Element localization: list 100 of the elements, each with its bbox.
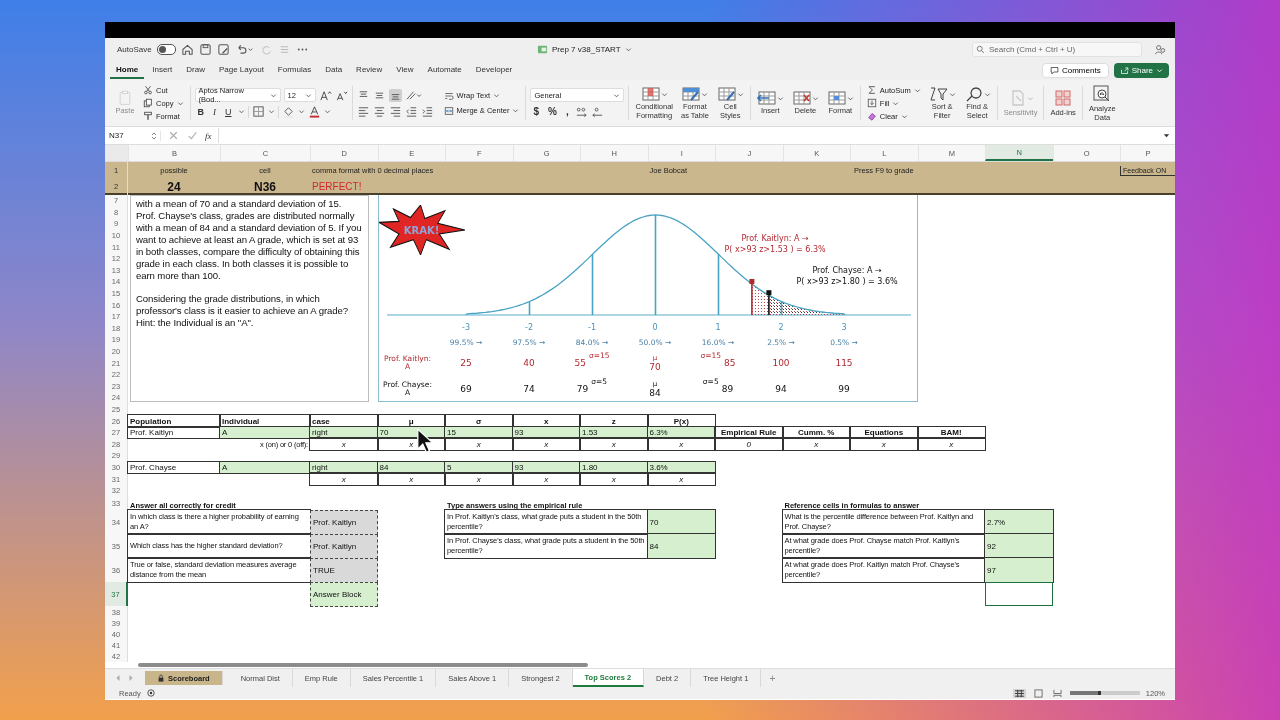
underline-button[interactable]: U [222,106,235,117]
ribbon-tab[interactable]: Developer [469,61,519,79]
people-icon[interactable] [1154,42,1167,56]
borders-icon[interactable] [251,105,265,118]
number-style-button[interactable]: , [562,106,572,117]
caret-icon[interactable] [624,45,632,53]
ribbon-tab[interactable]: View [390,61,420,79]
ribbon-tab[interactable]: Automate [421,61,468,79]
font-color-icon[interactable] [307,105,321,118]
ribbon-tab[interactable]: Draw [180,61,211,79]
toggle-cell[interactable]: x [377,438,445,451]
zoom-slider[interactable] [1069,691,1102,696]
toggle-cell[interactable]: x [917,438,985,451]
table-cell[interactable]: right [310,426,378,439]
increase-indent-icon[interactable] [420,104,434,118]
comment-icon [1049,65,1059,75]
accessibility-icon[interactable] [146,689,155,698]
table-cell[interactable]: 93 [512,426,580,439]
comments-button[interactable]: Comments [1041,62,1109,78]
align-right-icon[interactable] [388,104,402,118]
align-bottom-icon[interactable] [388,88,402,102]
function-button[interactable]: fx [205,130,212,141]
table-cell[interactable]: 1.53 [580,426,648,439]
answer-cell[interactable]: 84 [647,534,715,559]
cancel-icon[interactable] [167,129,180,142]
toggle-cell[interactable]: x [310,473,378,485]
table-cell[interactable]: Prof. Kaitlyn [128,426,220,439]
caret-icon[interactable] [297,108,305,115]
caret-icon[interactable] [323,108,331,115]
table-cell[interactable]: A [220,426,310,439]
number-style-button[interactable]: $ [530,106,543,117]
toggle-cell[interactable]: x [445,438,513,451]
file-name[interactable]: Prep 7 v38_START [552,44,621,54]
decrease-indent-icon[interactable] [404,104,418,118]
scrollbar-thumb[interactable] [138,663,588,668]
ribbon-tab[interactable]: Home [110,61,145,79]
ribbon-tab[interactable]: Formulas [271,61,318,79]
ribbon-tab[interactable]: Review [350,61,389,79]
toggle-cell[interactable]: x [580,473,648,485]
align-left-icon[interactable] [356,104,370,118]
selected-cell[interactable] [985,582,1053,607]
answer-cell[interactable]: 97 [985,558,1053,583]
table-header: σ [445,415,513,427]
answer-cell[interactable]: 70 [647,510,715,535]
toggle-cell[interactable]: x [310,438,378,451]
table-cell[interactable]: A [220,461,310,474]
toggle-cell[interactable]: x [512,438,580,451]
page-break-icon[interactable] [1050,688,1064,698]
table-cell[interactable]: right [310,461,378,474]
toggle-cell[interactable]: x [647,438,715,451]
decimal-decrease-icon[interactable] [590,105,604,118]
search-field[interactable]: Search (Cmd + Ctrl + U) [972,41,1142,57]
check-icon[interactable] [186,129,199,142]
shrink-font-icon[interactable] [334,88,348,102]
page-layout-icon[interactable] [1031,688,1045,698]
toggle-cell[interactable]: x [445,473,513,485]
caret-icon[interactable] [267,108,275,115]
toggle-cell[interactable]: x [580,438,648,451]
number-style-button[interactable]: % [545,106,560,117]
answer-block[interactable]: Answer Block [310,582,378,608]
toggle-cell[interactable]: x [512,473,580,485]
share-button[interactable]: Share [1113,62,1169,78]
save-as-icon[interactable] [216,42,230,56]
caret-icon[interactable] [237,108,245,115]
ribbon-tab[interactable]: Data [319,61,349,79]
answer-cell[interactable]: TRUE [310,558,378,584]
table-cell[interactable]: 3.6% [647,461,715,474]
answer-cell[interactable]: 92 [985,534,1053,559]
table-cell[interactable]: 5 [445,461,513,474]
toggle-cell[interactable]: x [782,438,850,451]
autosave-toggle[interactable] [156,43,176,55]
toggle-cell[interactable]: x [850,438,918,451]
toggle-cell[interactable]: 0 [715,438,783,451]
home-icon[interactable] [180,42,194,56]
toggle-cell[interactable]: x [647,473,715,485]
save-icon[interactable] [198,42,212,56]
stepper-icon[interactable] [151,130,157,141]
answer-cell[interactable]: Prof. Kaitlyn [310,534,378,560]
fill-color-icon[interactable] [281,105,295,118]
table-cell[interactable]: 15 [445,426,513,439]
italic-button[interactable]: I [210,106,219,117]
toggle-cell[interactable]: x [377,473,445,485]
table-cell[interactable]: Prof. Chayse [128,461,220,474]
table-cell[interactable]: 93 [512,461,580,474]
bold-button[interactable]: B [194,106,207,117]
answer-cell[interactable]: 2.7% [985,510,1053,535]
align-center-icon[interactable] [372,104,386,118]
grow-font-icon[interactable] [318,88,332,102]
table-cell[interactable]: 70 [377,426,445,439]
ribbon-tab[interactable]: Page Layout [212,61,270,79]
decimal-increase-icon[interactable] [574,105,588,118]
expand-icon[interactable] [1163,132,1170,139]
name-box[interactable]: N37 [109,130,161,141]
ribbon-tab[interactable]: Insert [146,61,179,79]
table-cell[interactable]: 84 [377,461,445,474]
table-cell[interactable]: 1.80 [580,461,648,474]
normal-view-icon[interactable] [1012,688,1026,698]
grade-value: 115 [835,358,853,368]
answer-cell[interactable]: Prof. Kaitlyn [310,510,378,536]
table-cell[interactable]: 6.3% [647,426,715,439]
